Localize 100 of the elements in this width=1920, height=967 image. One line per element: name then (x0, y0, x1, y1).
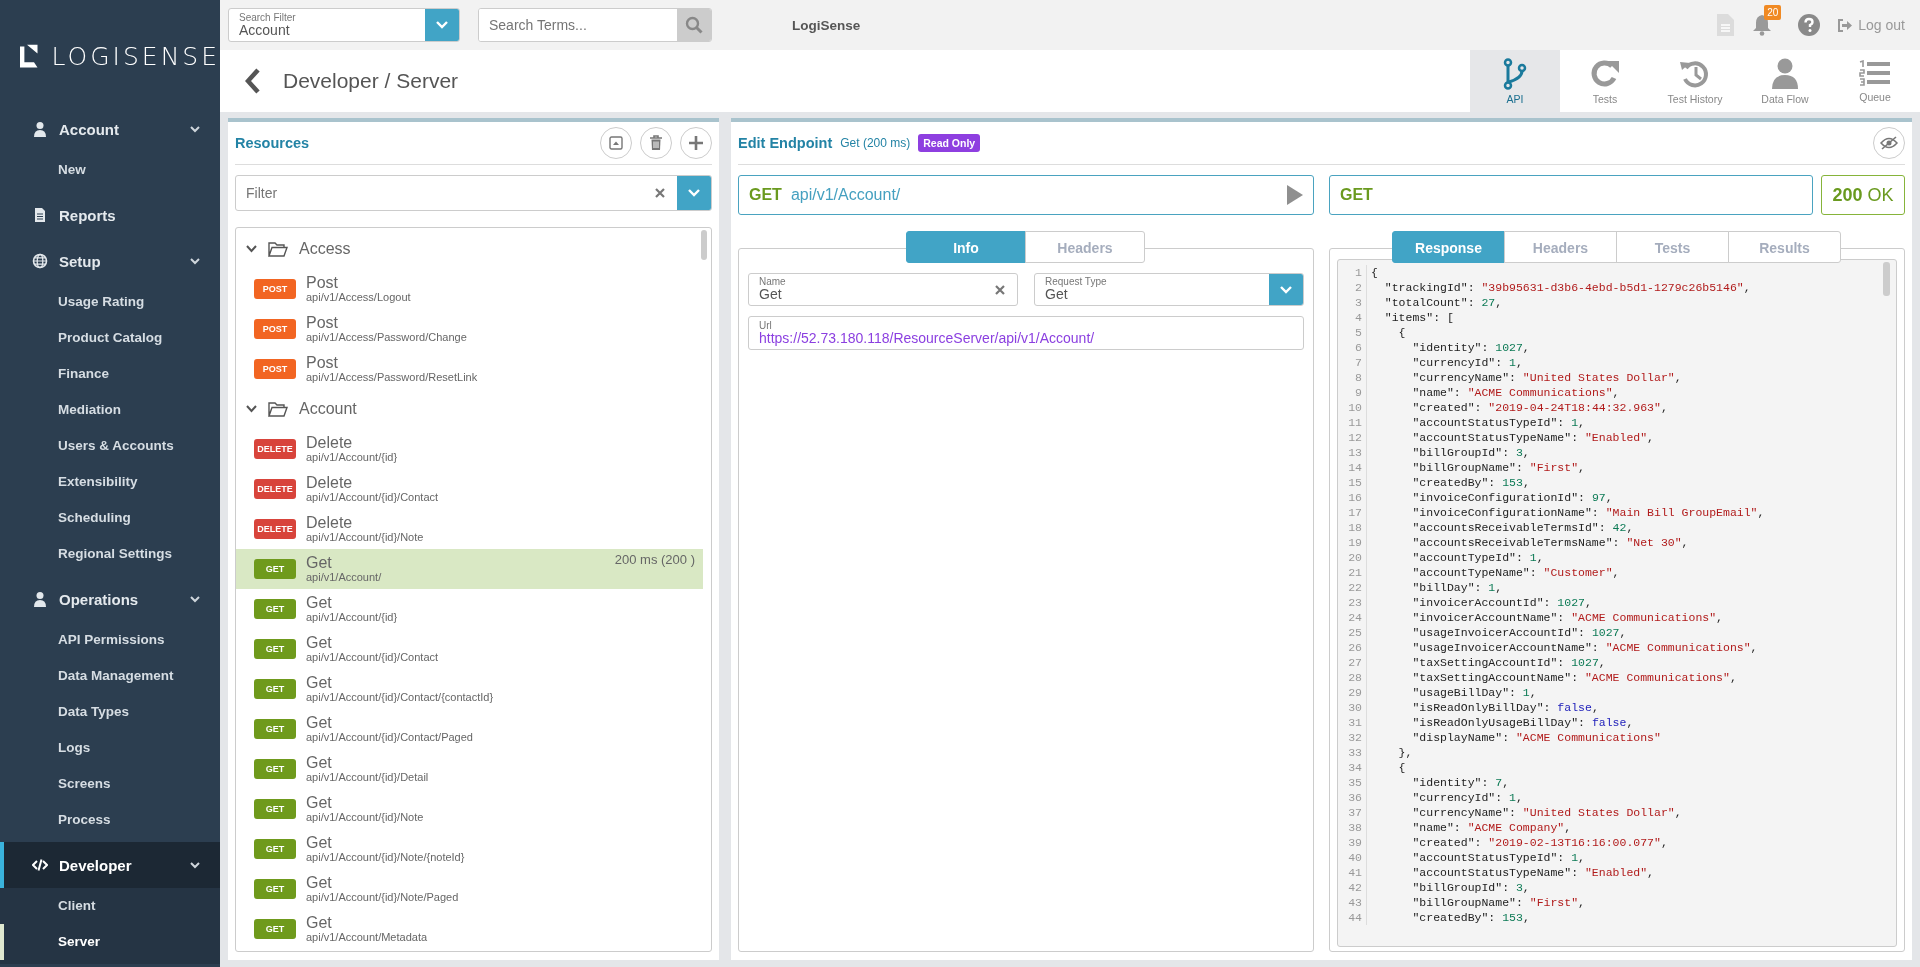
bell-icon[interactable] (1752, 14, 1773, 36)
nav-group[interactable]: Operations (0, 576, 220, 622)
nav-group[interactable]: Reports (0, 192, 220, 238)
endpoint-item[interactable]: GET Get api/v1/Account/{id}/Contact/Paged (236, 709, 703, 749)
http-method: GET (749, 186, 782, 204)
search-filter-select[interactable]: Search Filter Account (228, 8, 460, 42)
nav-item[interactable]: Logs (0, 730, 220, 766)
nav-item[interactable]: Screens (0, 766, 220, 802)
line-number: 38 (1338, 820, 1367, 835)
scrollbar[interactable] (1883, 262, 1890, 296)
nav-item[interactable]: Data Types (0, 694, 220, 730)
search-button[interactable] (677, 9, 711, 41)
nav-group[interactable]: Account (0, 106, 220, 152)
folder-item[interactable]: Account (236, 389, 711, 429)
search-icon (685, 16, 703, 34)
dropdown-button[interactable] (1269, 274, 1303, 305)
endpoint-item[interactable]: GET Get api/v1/Account/{id}/Note/Paged (236, 869, 703, 909)
endpoint-item[interactable]: GET Get api/v1/Account/Metadata (236, 909, 703, 949)
nav-item[interactable]: Data Management (0, 658, 220, 694)
person-icon (32, 591, 48, 607)
document-icon (32, 207, 48, 223)
endpoint-path: api/v1/Access/Password/Change (306, 331, 467, 344)
play-icon[interactable] (1287, 185, 1303, 205)
person-icon (1771, 57, 1799, 90)
nav-item[interactable]: API Permissions (0, 622, 220, 658)
endpoint-item[interactable]: GET Get api/v1/Account/{id}/Note (236, 789, 703, 829)
status-code: 200 OK (1821, 175, 1905, 215)
nav-item[interactable]: Scheduling (0, 500, 220, 536)
toolbar-tab[interactable]: Queue (1830, 50, 1920, 112)
request-bar[interactable]: GET api/v1/Account/ (738, 175, 1314, 215)
endpoint-item[interactable]: GET Get api/v1/Account/ 200 ms (200 ) (236, 549, 703, 589)
method-badge: GET (254, 639, 296, 659)
endpoint-item[interactable]: GET Get api/v1/Account/{id}/Contact/{contactId} (236, 669, 703, 709)
line-number: 25 (1338, 625, 1367, 640)
line-number: 13 (1338, 445, 1367, 460)
endpoint-item[interactable]: DELETE Delete api/v1/Account/{id} (236, 429, 703, 469)
hide-button[interactable] (1873, 127, 1905, 159)
endpoint-item[interactable]: DELETE Delete api/v1/Account/{id}/Contact (236, 469, 703, 509)
nav-item[interactable]: Client (0, 888, 220, 924)
line-number: 17 (1338, 505, 1367, 520)
nav-group[interactable]: Developer (0, 842, 220, 888)
endpoint-path: api/v1/Account/Metadata (306, 931, 428, 944)
endpoint-summary: Get (200 ms) (840, 136, 911, 150)
sign-out-icon (1838, 18, 1854, 32)
endpoint-path: api/v1/Account/{id}/Detail (306, 771, 429, 784)
folder-item[interactable]: Access (236, 229, 711, 269)
endpoint-path: api/v1/Account/{id}/Contact/{contactId} (306, 691, 494, 704)
toolbar-tab[interactable]: Data Flow (1740, 50, 1830, 112)
back-icon[interactable] (245, 68, 261, 94)
line-number: 4 (1338, 310, 1367, 325)
endpoint-item[interactable]: GET Get api/v1/Account/{id}/Note/{noteId} (236, 829, 703, 869)
nav-item[interactable]: Regional Settings (0, 536, 220, 572)
nav-item[interactable]: Finance (0, 356, 220, 392)
endpoint-item[interactable]: GET Get api/v1/Account/{id} (236, 589, 703, 629)
method-badge: POST (254, 279, 296, 299)
nav-item[interactable]: Process (0, 802, 220, 838)
endpoint-item[interactable]: GET Get api/v1/Account/{id}/Detail (236, 749, 703, 789)
endpoint-item[interactable]: POST Post api/v1/Access/Password/Change (236, 309, 703, 349)
nav-item[interactable]: Product Catalog (0, 320, 220, 356)
code-line: "accountStatusTypeName": "Enabled", (1411, 865, 1654, 880)
toolbar-tab[interactable]: API (1470, 50, 1560, 112)
search-box[interactable]: Search Terms... (478, 8, 712, 42)
code-line: "accountStatusTypeName": "Enabled", (1411, 430, 1654, 445)
code-line: "invoiceConfigurationName": "Main Bill GroupEmail", (1411, 505, 1765, 520)
toolbar-tab[interactable]: Test History (1650, 50, 1740, 112)
endpoint-item[interactable]: POST Post api/v1/Access/Logout (236, 269, 703, 309)
endpoint-name: Get (306, 794, 332, 812)
nav-item[interactable]: Users & Accounts (0, 428, 220, 464)
add-button[interactable] (680, 127, 712, 159)
dropdown-button[interactable] (677, 176, 711, 210)
endpoint-item[interactable]: POST Post api/v1/Access/Password/ResetLink (236, 349, 703, 389)
nav-item[interactable]: Mediation (0, 392, 220, 428)
endpoint-name: Delete (306, 434, 353, 452)
toolbar-tab[interactable]: Tests (1560, 50, 1650, 112)
endpoint-path: api/v1/Access/Password/ResetLink (306, 371, 478, 384)
method-badge: GET (254, 839, 296, 859)
nav-item[interactable]: Usage Rating (0, 284, 220, 320)
nav-item[interactable]: Extensibility (0, 464, 220, 500)
collapse-button[interactable] (600, 127, 632, 159)
code-line: "identity": 1027, (1411, 340, 1530, 355)
dropdown-button[interactable] (425, 9, 459, 41)
code-line: "billGroupName": "First", (1411, 895, 1585, 910)
request-type-select[interactable]: Request Type Get (1034, 273, 1304, 306)
filter-field[interactable]: Filter (235, 175, 712, 211)
line-number: 40 (1338, 850, 1367, 865)
name-field[interactable]: Name Get (748, 273, 1018, 306)
nav-item[interactable]: New (0, 152, 220, 188)
line-number: 37 (1338, 805, 1367, 820)
help-icon[interactable] (1798, 14, 1821, 36)
clear-icon[interactable] (655, 188, 665, 198)
code-line: "trackingId": "39b95631-d3b6-4ebd-b5d1-1279c26b5146", (1383, 280, 1751, 295)
endpoint-item[interactable]: GET Get api/v1/Account/{id}/Contact (236, 629, 703, 669)
endpoint-name: Get (306, 834, 332, 852)
nav-group[interactable]: Setup (0, 238, 220, 284)
clear-icon[interactable] (995, 284, 1005, 295)
url-field[interactable]: Url https://52.73.180.118/ResourceServer/api/v1/Account/ (748, 316, 1304, 350)
delete-button[interactable] (640, 127, 672, 159)
code-line: "createdBy": 153, (1411, 910, 1530, 925)
scrollbar[interactable] (701, 230, 707, 260)
endpoint-item[interactable]: DELETE Delete api/v1/Account/{id}/Note (236, 509, 703, 549)
